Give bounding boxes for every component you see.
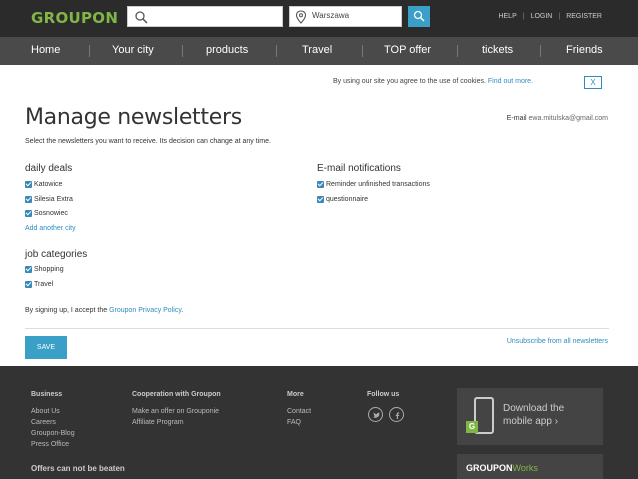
footer-cooperation-heading: Cooperation with Groupon: [132, 391, 221, 398]
checkbox-silesia-extra[interactable]: [25, 196, 32, 203]
nav-divider: [182, 45, 183, 57]
footer-link[interactable]: Careers: [31, 417, 56, 428]
nav-divider: [457, 45, 458, 57]
daily-deals-heading: daily deals: [25, 163, 73, 174]
cookie-close-button[interactable]: X: [584, 76, 602, 89]
help-link[interactable]: HELP: [498, 13, 516, 20]
groupon-works-promo[interactable]: GROUPONWorks: [457, 454, 603, 479]
location-value: Warszawa: [312, 11, 350, 20]
list-item[interactable]: Travel: [25, 281, 53, 288]
groupon-works-logo: GROUPONWorks: [466, 463, 538, 473]
search-button[interactable]: [408, 6, 430, 27]
app-download-text: Download the mobile app ›: [503, 402, 564, 428]
terms-prefix: By signing up, I accept the: [25, 307, 108, 314]
divider: [25, 328, 609, 329]
list-item[interactable]: Shopping: [25, 266, 64, 273]
checkbox-questionnaire[interactable]: [317, 196, 324, 203]
checkbox-katowice[interactable]: [25, 181, 32, 188]
list-item[interactable]: Sosnowiec: [25, 210, 68, 217]
job-categories-heading: job categories: [25, 249, 88, 260]
register-link[interactable]: REGISTER: [566, 13, 602, 20]
checkbox-shopping[interactable]: [25, 266, 32, 273]
footer-link[interactable]: FAQ: [287, 417, 301, 428]
nav-divider: [89, 45, 90, 57]
groupon-app-badge: G: [466, 421, 478, 433]
search-icon: [135, 11, 148, 24]
nav-item-tickets[interactable]: tickets: [482, 44, 513, 56]
search-icon: [413, 10, 425, 22]
checkbox-label: Reminder unfinished transactions: [326, 181, 430, 188]
email-label: E-mail: [506, 115, 527, 122]
checkbox-label: Travel: [34, 281, 54, 288]
twitter-icon[interactable]: [368, 407, 383, 422]
checkbox-label: Sosnowiec: [34, 210, 68, 217]
footer-link[interactable]: Affiliate Program: [132, 417, 184, 428]
works-word: Works: [512, 463, 538, 473]
checkbox-label: Katowice: [34, 181, 63, 188]
footer-link[interactable]: Press Office: [31, 439, 69, 450]
mobile-app-promo[interactable]: G Download the mobile app ›: [457, 388, 603, 445]
facebook-icon[interactable]: [389, 407, 404, 422]
checkbox-label: questionnaire: [326, 196, 369, 203]
footer-more-heading: More: [287, 391, 304, 398]
checkbox-sosnowiec[interactable]: [25, 210, 32, 217]
page-subtitle: Select the newsletters you want to recei…: [25, 138, 271, 145]
nav-divider: [362, 45, 363, 57]
list-item[interactable]: Silesia Extra: [25, 196, 73, 203]
cookie-more-link[interactable]: Find out more.: [488, 78, 533, 85]
login-link[interactable]: LOGIN: [531, 13, 553, 20]
list-item[interactable]: questionnaire: [317, 196, 368, 203]
works-brand: GROUPON: [466, 463, 513, 473]
email-value: ewa.mitulska@gmail.com: [528, 115, 608, 122]
nav-item-top-offer[interactable]: TOP offer: [384, 44, 431, 56]
list-item[interactable]: Katowice: [25, 181, 62, 188]
divider: |: [558, 13, 561, 20]
twitter-glyph: [372, 412, 381, 418]
save-button[interactable]: SAVE: [25, 336, 67, 359]
footer-link[interactable]: About Us: [31, 406, 60, 417]
location-input[interactable]: Warszawa: [289, 6, 402, 27]
footer-link[interactable]: Groupon-Blog: [31, 428, 75, 439]
unsubscribe-all-link[interactable]: Unsubscribe from all newsletters: [507, 338, 608, 345]
nav-item-home[interactable]: Home: [31, 44, 60, 56]
footer-link[interactable]: Contact: [287, 406, 311, 417]
footer-business-heading: Business: [31, 391, 63, 398]
terms-text: By signing up, I accept the Groupon Priv…: [25, 307, 183, 314]
app-line-2: mobile app ›: [503, 416, 559, 427]
checkbox-travel[interactable]: [25, 281, 32, 288]
nav-divider: [276, 45, 277, 57]
email-notifications-heading: E-mail notifications: [317, 163, 401, 174]
search-input[interactable]: [127, 6, 283, 27]
top-bar: GROUPON Warszawa HELP | LOGIN | REGISTER: [0, 0, 638, 37]
account-email: E-mail ewa.mitulska@gmail.com: [507, 115, 608, 122]
privacy-policy-link[interactable]: Groupon Privacy Policy: [109, 307, 181, 314]
nav-item-friends[interactable]: Friends: [566, 44, 603, 56]
cookie-text: By using our site you agree to the use o…: [333, 78, 486, 85]
nav-divider: [540, 45, 541, 57]
nav-item-products[interactable]: products: [206, 44, 248, 56]
main-nav: Home Your city products Travel TOP offer…: [0, 37, 638, 65]
page-title: Manage newsletters: [25, 105, 242, 130]
footer-follow-heading: Follow us: [367, 391, 400, 398]
top-links: HELP | LOGIN | REGISTER: [498, 13, 602, 20]
cookie-notice: By using our site you agree to the use o…: [333, 78, 533, 85]
nav-item-your-city[interactable]: Your city: [112, 44, 154, 56]
offers-heading: Offers can not be beaten: [31, 464, 125, 473]
add-city-link[interactable]: Add another city: [25, 225, 76, 232]
groupon-logo[interactable]: GROUPON: [31, 9, 118, 27]
terms-suffix: .: [181, 307, 184, 314]
app-line-1: Download the: [503, 403, 565, 414]
location-pin-icon: [295, 10, 307, 24]
divider: |: [522, 13, 525, 20]
facebook-glyph: [395, 412, 400, 420]
checkbox-label: Silesia Extra: [34, 196, 73, 203]
checkbox-label: Shopping: [34, 266, 64, 273]
footer-link[interactable]: Make an offer on Grouponie: [132, 406, 219, 417]
nav-item-travel[interactable]: Travel: [302, 44, 332, 56]
checkbox-reminder[interactable]: [317, 181, 324, 188]
list-item[interactable]: Reminder unfinished transactions: [317, 181, 430, 188]
